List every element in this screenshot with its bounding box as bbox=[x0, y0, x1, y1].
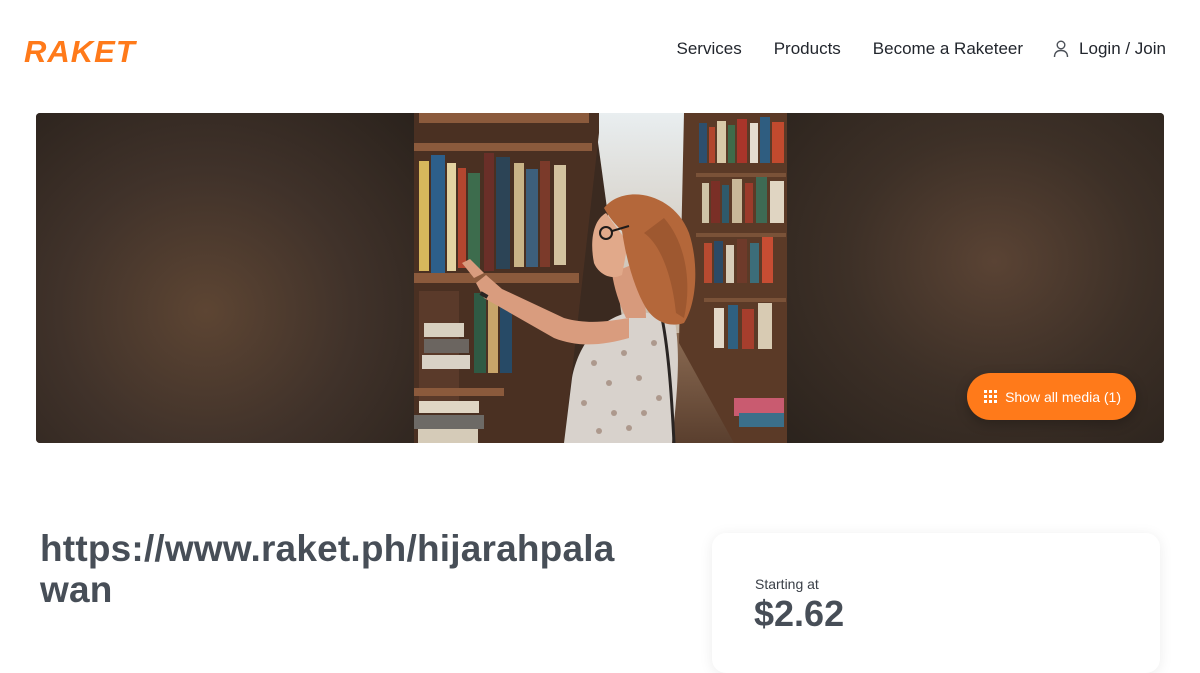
show-all-media-button[interactable]: Show all media (1) bbox=[967, 373, 1136, 420]
show-all-media-label: Show all media (1) bbox=[1005, 388, 1121, 405]
price-label: Starting at bbox=[755, 576, 819, 592]
logo-icon: RAKET bbox=[24, 34, 138, 69]
site-header: RAKET Services Products Become a Raketee… bbox=[0, 0, 1200, 100]
nav-products[interactable]: Products bbox=[774, 39, 841, 59]
price-card: Starting at $2.62 bbox=[712, 533, 1160, 673]
hero-blur-left bbox=[36, 113, 414, 443]
library-photo-image bbox=[414, 113, 787, 443]
login-join-link[interactable]: Login / Join bbox=[1053, 39, 1166, 59]
svg-text:RAKET: RAKET bbox=[24, 34, 138, 66]
listing-title: https://www.raket.ph/hijarahpalawan bbox=[40, 528, 615, 610]
price-value: $2.62 bbox=[754, 593, 845, 634]
nav-services[interactable]: Services bbox=[677, 39, 742, 59]
hero-photo[interactable] bbox=[414, 113, 787, 443]
main-nav: Services Products Become a Raketeer Logi… bbox=[645, 39, 1166, 59]
grid-icon bbox=[984, 390, 998, 403]
login-join-label: Login / Join bbox=[1079, 39, 1166, 58]
user-icon bbox=[1053, 40, 1069, 58]
raket-logo[interactable]: RAKET bbox=[24, 34, 158, 71]
hero-media[interactable]: Show all media (1) bbox=[36, 113, 1164, 443]
nav-become-raketeer[interactable]: Become a Raketeer bbox=[873, 39, 1023, 59]
